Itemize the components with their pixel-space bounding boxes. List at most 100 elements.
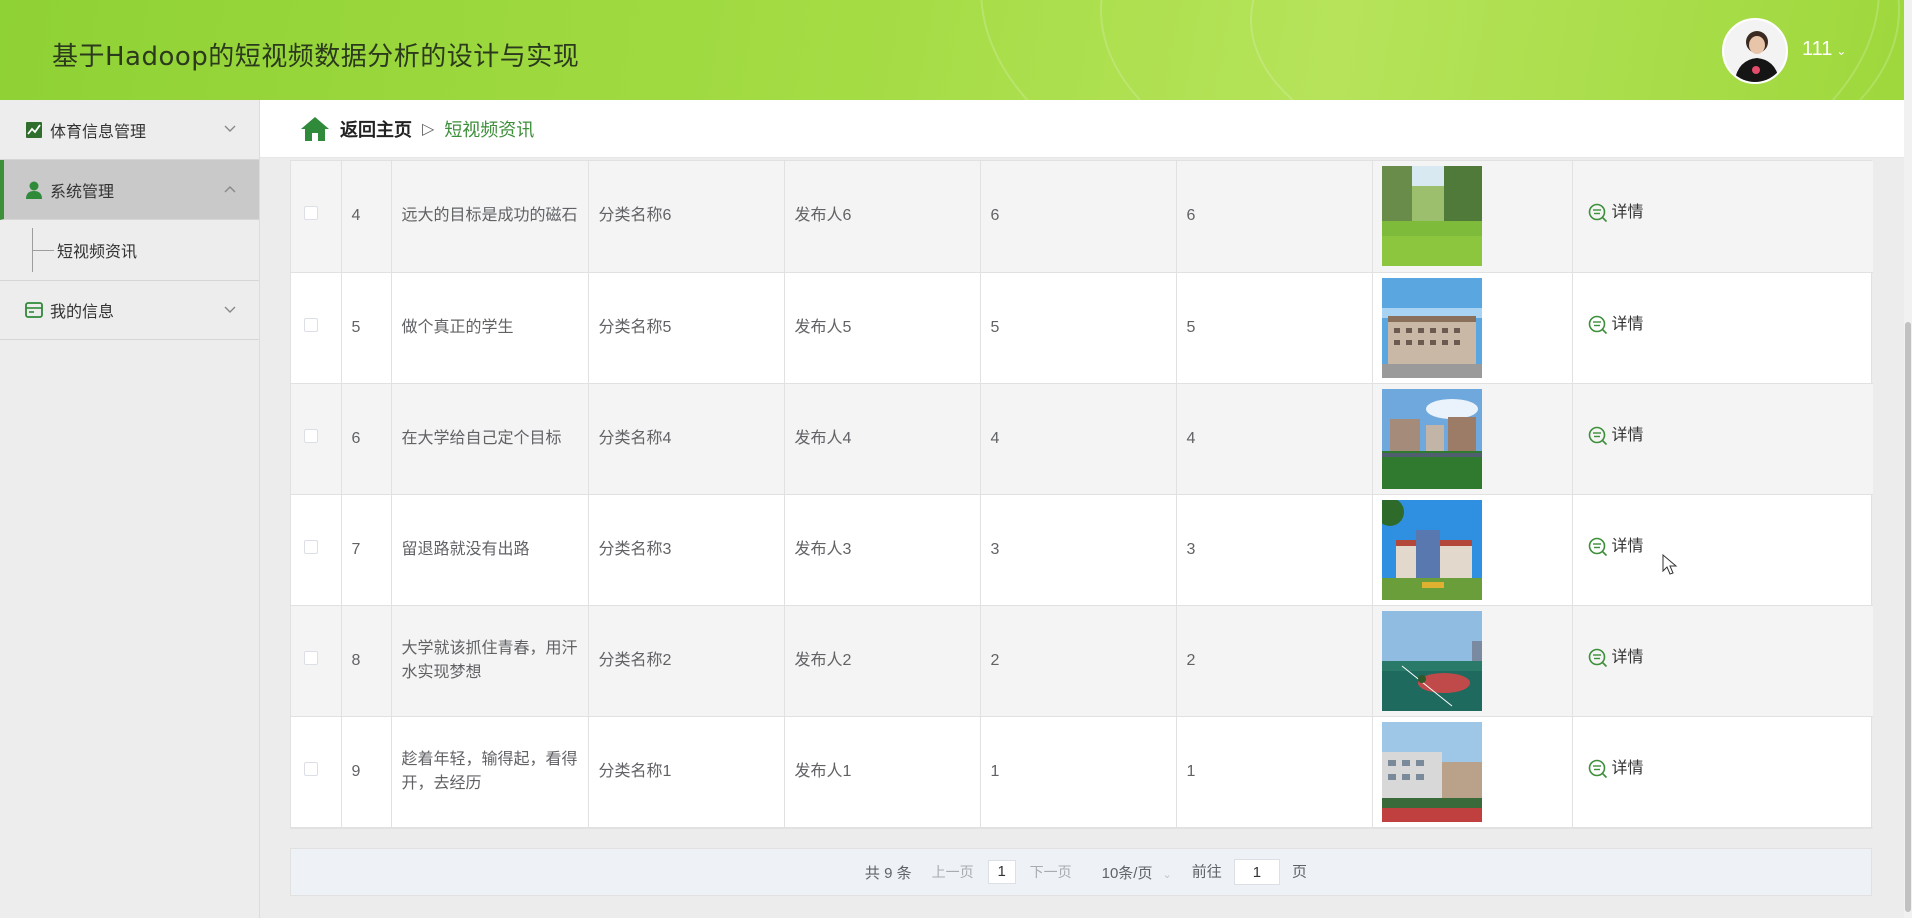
title-cell: 大学就该抓住青春，用汗水实现梦想: [391, 605, 589, 717]
action-cell: 详情: [1572, 161, 1873, 273]
count-cell: 1: [980, 716, 1177, 828]
table-row: 5 做个真正的学生 分类名称5 发布人5 5 5 详情: [291, 272, 1873, 384]
detail-button[interactable]: 详情: [1588, 646, 1644, 670]
page-number-button[interactable]: 1: [987, 860, 1016, 884]
search-detail-icon: [1588, 537, 1607, 556]
publisher-cell: 发布人5: [784, 272, 981, 384]
sidebar-item-my-info[interactable]: 我的信息: [0, 280, 259, 340]
detail-label: 详情: [1611, 759, 1644, 777]
goto-page-input[interactable]: [1233, 859, 1280, 885]
title-cell: 趁着年轻，输得起，看得开，去经历: [391, 716, 589, 828]
detail-button[interactable]: 详情: [1588, 535, 1644, 559]
row-checkbox[interactable]: [304, 650, 318, 665]
thumbnail-image[interactable]: [1381, 166, 1482, 267]
sidebar-item-sports-info[interactable]: 体育信息管理: [0, 100, 259, 160]
title-cell: 留退路就没有出路: [391, 494, 589, 606]
prev-page-button[interactable]: 上一页: [932, 862, 974, 882]
thumbnail-image[interactable]: [1381, 721, 1482, 822]
detail-button[interactable]: 详情: [1588, 313, 1644, 337]
sidebar: 体育信息管理 系统管理 短视频资讯 我的信息: [0, 100, 260, 918]
index-cell: 9: [341, 716, 392, 828]
count-cell: 5: [1176, 272, 1373, 384]
category-cell: 分类名称6: [588, 161, 785, 273]
count-cell: 1: [1176, 716, 1373, 828]
search-detail-icon: [1588, 203, 1607, 223]
image-cell: [1372, 161, 1573, 273]
chart-icon: [26, 121, 42, 138]
chevron-down-icon: ⌄: [1162, 868, 1172, 881]
breadcrumb-separator: ▷: [422, 120, 435, 138]
index-cell: 7: [341, 494, 392, 606]
user-menu[interactable]: 111 ⌄: [1802, 38, 1846, 61]
count-cell: 2: [1176, 605, 1373, 717]
detail-button[interactable]: 详情: [1588, 424, 1644, 448]
title-cell: 远大的目标是成功的磁石: [391, 161, 589, 273]
sidebar-item-label: 我的信息: [50, 304, 115, 321]
publisher-cell: 发布人4: [784, 383, 981, 495]
thumbnail-image[interactable]: [1381, 499, 1482, 600]
app-title: 基于Hadoop的短视频数据分析的设计与实现: [52, 42, 580, 72]
page-size-select[interactable]: 10条/页 ⌄: [1102, 862, 1172, 883]
chevron-down-icon: [224, 125, 236, 132]
user-icon: [26, 181, 42, 199]
table-row: 7 留退路就没有出路 分类名称3 发布人3 3 3 详情: [291, 494, 1873, 606]
row-checkbox[interactable]: [304, 539, 318, 554]
goto-suffix: 页: [1292, 863, 1308, 881]
detail-label: 详情: [1611, 204, 1644, 222]
thumbnail-image[interactable]: [1381, 277, 1482, 378]
detail-label: 详情: [1611, 537, 1644, 555]
row-checkbox[interactable]: [304, 428, 318, 443]
table-row: 9 趁着年轻，输得起，看得开，去经历 分类名称1 发布人1 1 1 详情: [291, 716, 1873, 828]
index-cell: 6: [341, 383, 392, 495]
count-cell: 2: [980, 605, 1177, 717]
checkbox-cell: [291, 383, 342, 495]
checkbox-cell: [291, 494, 342, 606]
image-cell: [1372, 494, 1573, 606]
table-row: 6 在大学给自己定个目标 分类名称4 发布人4 4 4 详情: [291, 383, 1873, 495]
publisher-cell: 发布人6: [784, 161, 981, 273]
publisher-cell: 发布人3: [784, 494, 981, 606]
count-cell: 4: [1176, 383, 1373, 495]
row-checkbox[interactable]: [304, 317, 318, 332]
chevron-down-icon: [224, 306, 236, 313]
action-cell: 详情: [1572, 383, 1873, 495]
sidebar-item-system[interactable]: 系统管理: [0, 160, 259, 220]
count-cell: 6: [980, 161, 1177, 273]
row-checkbox[interactable]: [304, 761, 318, 776]
user-name: 111: [1802, 38, 1833, 60]
detail-label: 详情: [1611, 426, 1644, 444]
goto-prefix: 前往: [1191, 863, 1222, 881]
detail-label: 详情: [1611, 315, 1644, 333]
category-cell: 分类名称5: [588, 272, 785, 384]
row-checkbox[interactable]: [304, 206, 318, 221]
detail-button[interactable]: 详情: [1588, 757, 1644, 781]
data-table: 4 远大的目标是成功的磁石 分类名称6 发布人6 6 6 详情 5 做个真正的学…: [290, 160, 1873, 829]
detail-button[interactable]: 详情: [1588, 201, 1644, 225]
count-cell: 6: [1176, 161, 1373, 273]
page-scrollbar[interactable]: [1904, 0, 1912, 918]
sidebar-subitem-short-video-news[interactable]: 短视频资讯: [0, 220, 259, 280]
search-detail-icon: [1588, 426, 1607, 445]
image-cell: [1372, 716, 1573, 828]
count-cell: 3: [980, 494, 1177, 606]
home-icon[interactable]: [300, 116, 330, 142]
scrollbar-thumb[interactable]: [1905, 322, 1911, 912]
chevron-up-icon: [224, 186, 236, 193]
breadcrumb-home-link[interactable]: 返回主页: [340, 116, 412, 142]
thumbnail-image[interactable]: [1381, 388, 1482, 489]
sidebar-item-label: 体育信息管理: [50, 123, 147, 141]
count-cell: 3: [1176, 494, 1373, 606]
index-cell: 5: [341, 272, 392, 384]
category-cell: 分类名称2: [588, 605, 785, 717]
image-cell: [1372, 605, 1573, 717]
thumbnail-image[interactable]: [1381, 610, 1482, 711]
next-page-button[interactable]: 下一页: [1030, 862, 1072, 882]
image-cell: [1372, 272, 1573, 384]
breadcrumb-current: 短视频资讯: [444, 119, 535, 140]
mouse-cursor-icon: [1662, 554, 1678, 575]
checkbox-cell: [291, 605, 342, 717]
search-detail-icon: [1588, 759, 1607, 778]
avatar[interactable]: [1722, 18, 1788, 84]
count-cell: 4: [980, 383, 1177, 495]
checkbox-cell: [291, 272, 342, 384]
